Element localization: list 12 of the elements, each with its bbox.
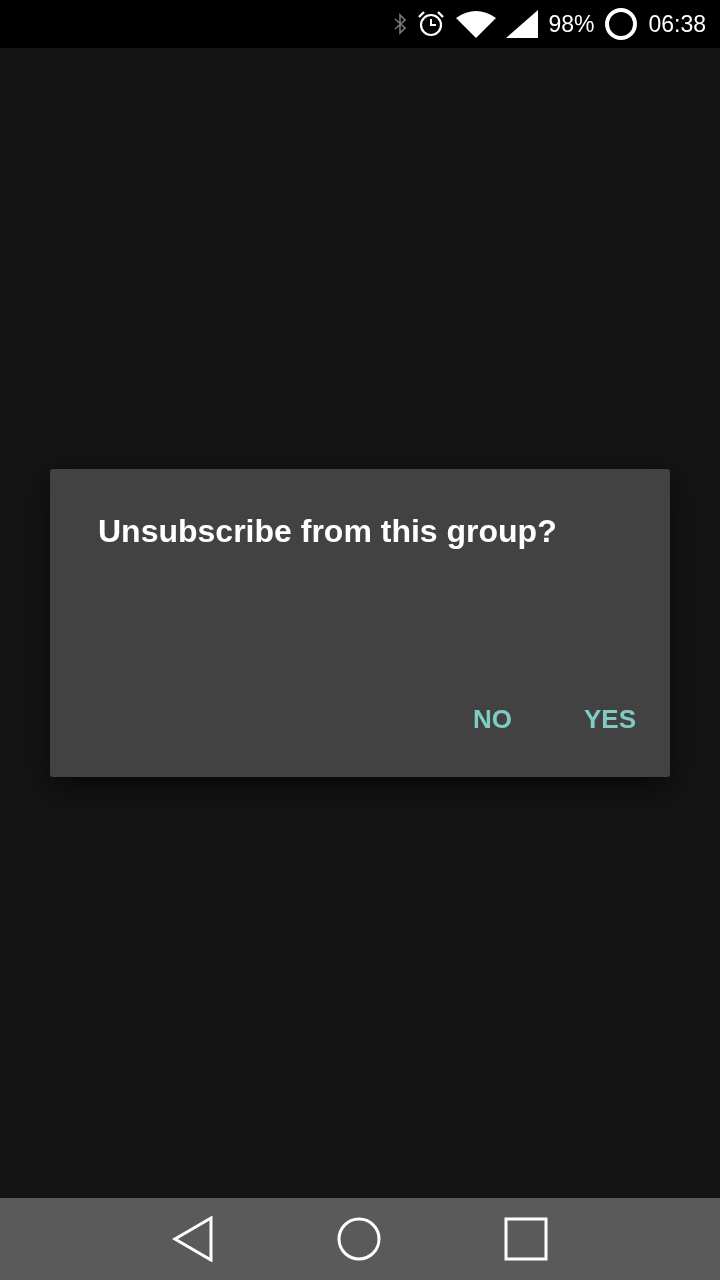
- wifi-icon: [456, 10, 497, 38]
- clock: 06:38: [648, 10, 706, 38]
- battery-percent: 98%: [548, 10, 595, 38]
- back-icon[interactable]: [171, 1216, 214, 1262]
- dialog-button[interactable]: YES: [567, 696, 652, 743]
- battery-icon: [604, 7, 639, 41]
- dialog-button[interactable]: NO: [456, 696, 528, 743]
- recents-icon[interactable]: [504, 1217, 549, 1261]
- home-icon[interactable]: [337, 1217, 381, 1261]
- bluetooth-icon: [394, 12, 407, 36]
- signal-icon: [506, 10, 539, 38]
- dialog-title: Unsubscribe from this group?: [98, 512, 558, 551]
